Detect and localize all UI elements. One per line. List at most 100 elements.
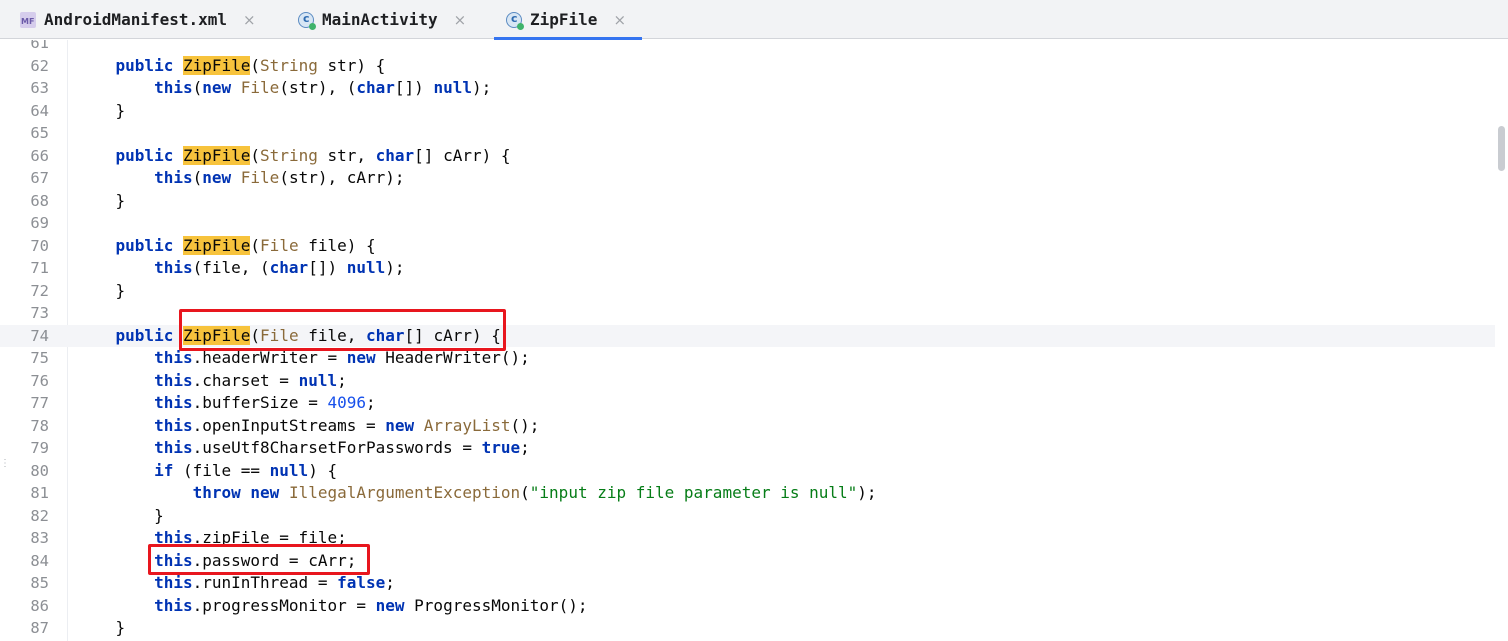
- code-token: new: [202, 168, 232, 187]
- code-line[interactable]: 62 public ZipFile(String str) {: [0, 55, 1495, 78]
- code-token: new: [250, 483, 280, 502]
- code-line[interactable]: 69: [0, 212, 1495, 235]
- code-editor[interactable]: ⋮ 6162 public ZipFile(String str) {63 th…: [0, 40, 1508, 641]
- line-number: 66: [30, 146, 49, 165]
- tab-zipfile[interactable]: ZipFile ×: [493, 0, 643, 40]
- line-number: 63: [30, 79, 49, 97]
- code-token: ) {: [308, 460, 338, 480]
- search-highlight: ZipFile: [182, 145, 251, 165]
- code-line[interactable]: 63 this(new File(str), (char[]) null);: [0, 77, 1495, 100]
- code-line[interactable]: 82 }: [0, 505, 1495, 528]
- code-text: this.useUtf8CharsetForPasswords = true;: [77, 437, 530, 460]
- code-token: .password = cArr;: [192, 550, 357, 570]
- code-token: File: [240, 168, 280, 187]
- code-line[interactable]: 74 public ZipFile(File file, char[] cArr…: [0, 324, 1495, 348]
- code-text: }: [77, 100, 126, 123]
- line-number: 69: [30, 214, 49, 232]
- close-icon[interactable]: ×: [454, 11, 467, 29]
- code-token: public: [115, 55, 174, 75]
- code-line[interactable]: 78 this.openInputStreams = new ArrayList…: [0, 415, 1495, 438]
- code-line[interactable]: 80 if (file == null) {: [0, 460, 1495, 483]
- line-number: 85: [30, 574, 49, 592]
- code-text: public ZipFile(File file, char[] cArr) {: [77, 325, 501, 348]
- code-token: (: [250, 145, 261, 165]
- manifest-file-icon: [20, 11, 36, 28]
- code-line[interactable]: 84 this.password = cArr;: [0, 550, 1495, 573]
- line-number: 86: [30, 596, 49, 615]
- code-token: char: [366, 325, 405, 345]
- close-icon[interactable]: ×: [613, 11, 626, 29]
- code-line[interactable]: 87 }: [0, 617, 1495, 640]
- code-line[interactable]: 71 this(file, (char[]) null);: [0, 257, 1495, 280]
- line-number: 77: [30, 394, 49, 412]
- code-token: IllegalArgumentException: [288, 483, 521, 502]
- line-number: 76: [30, 371, 49, 390]
- code-token: ;: [520, 438, 530, 457]
- code-token: ();: [510, 415, 540, 435]
- code-token: this: [154, 438, 193, 457]
- vertical-scrollbar[interactable]: [1495, 40, 1508, 641]
- code-line[interactable]: 79 this.useUtf8CharsetForPasswords = tru…: [0, 437, 1495, 460]
- line-number: 83: [30, 529, 49, 547]
- code-token: (: [520, 483, 530, 502]
- close-icon[interactable]: ×: [243, 11, 256, 29]
- code-token: if: [154, 460, 174, 480]
- code-token: this: [154, 370, 193, 390]
- scrollbar-thumb[interactable]: [1498, 126, 1505, 171]
- code-token: 4096: [327, 393, 366, 412]
- code-line[interactable]: 77 this.bufferSize = 4096;: [0, 392, 1495, 415]
- code-text: public ZipFile(String str, char[] cArr) …: [77, 145, 511, 168]
- line-number: 82: [30, 506, 49, 525]
- code-line[interactable]: 81 throw new IllegalArgumentException("i…: [0, 482, 1495, 505]
- code-line[interactable]: 75 this.headerWriter = new HeaderWriter(…: [0, 347, 1495, 370]
- code-line[interactable]: 68 }: [0, 190, 1495, 213]
- code-line[interactable]: 86 this.progressMonitor = new ProgressMo…: [0, 595, 1495, 618]
- code-token: (: [192, 78, 203, 97]
- code-token: );: [385, 258, 405, 277]
- code-line[interactable]: 70 public ZipFile(File file) {: [0, 235, 1495, 258]
- tab-mainactivity[interactable]: MainActivity ×: [298, 0, 466, 39]
- code-token: null: [298, 370, 338, 390]
- code-text: this.headerWriter = new HeaderWriter();: [77, 347, 530, 370]
- code-line[interactable]: 83 this.zipFile = file;: [0, 527, 1495, 550]
- code-line[interactable]: 64 }: [0, 100, 1495, 123]
- search-highlight: ZipFile: [182, 235, 251, 255]
- code-text: this.zipFile = file;: [77, 527, 347, 550]
- code-text: this(new File(str), (char[]) null);: [77, 77, 491, 100]
- java-class-icon: [298, 11, 316, 30]
- code-line[interactable]: 61: [0, 40, 1495, 55]
- code-token: file,: [298, 325, 367, 345]
- code-token: .charset =: [192, 370, 299, 390]
- code-token: ;: [365, 393, 376, 412]
- code-line[interactable]: 73: [0, 302, 1495, 325]
- code-line[interactable]: 67 this(new File(str), cArr);: [0, 167, 1495, 190]
- code-token: char: [375, 145, 415, 165]
- code-line[interactable]: 72 }: [0, 280, 1495, 303]
- line-number: 79: [30, 439, 49, 457]
- code-token: str,: [317, 145, 376, 165]
- code-token: new: [375, 595, 405, 615]
- code-text: throw new IllegalArgumentException("inpu…: [77, 482, 877, 505]
- code-line[interactable]: 65: [0, 122, 1495, 145]
- code-token: .useUtf8CharsetForPasswords =: [192, 438, 482, 457]
- code-line[interactable]: 85 this.runInThread = false;: [0, 572, 1495, 595]
- code-text: public ZipFile(File file) {: [77, 235, 376, 258]
- code-line[interactable]: 76 this.charset = null;: [0, 370, 1495, 393]
- code-token: public: [115, 325, 174, 345]
- code-token: HeaderWriter();: [375, 348, 530, 367]
- code-text: this.password = cArr;: [77, 550, 356, 573]
- code-token: (file, (: [192, 258, 270, 277]
- tab-androidmanifest[interactable]: AndroidManifest.xml ×: [20, 0, 256, 39]
- code-token: File: [260, 325, 299, 345]
- code-line[interactable]: 66 public ZipFile(String str, char[] cAr…: [0, 145, 1495, 168]
